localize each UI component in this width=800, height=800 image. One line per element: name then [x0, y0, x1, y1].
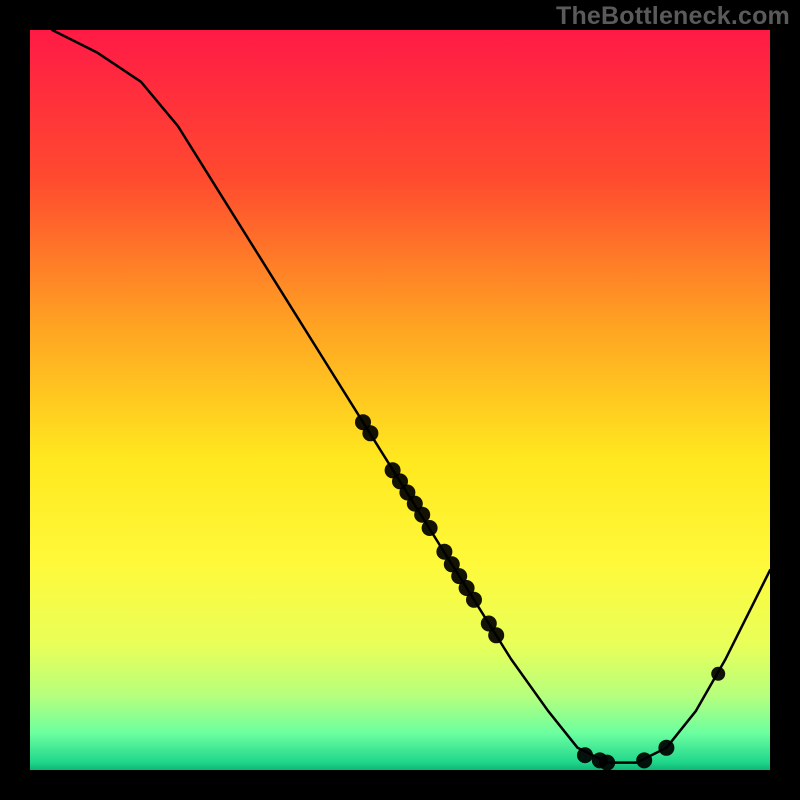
chart-container: TheBottleneck.com [0, 0, 800, 800]
bottleneck-chart [0, 0, 800, 800]
data-point-marker [711, 667, 725, 681]
watermark-text: TheBottleneck.com [556, 2, 790, 31]
data-point-marker [362, 425, 378, 441]
data-point-marker [466, 592, 482, 608]
data-point-marker [422, 520, 438, 536]
data-point-marker [488, 627, 504, 643]
